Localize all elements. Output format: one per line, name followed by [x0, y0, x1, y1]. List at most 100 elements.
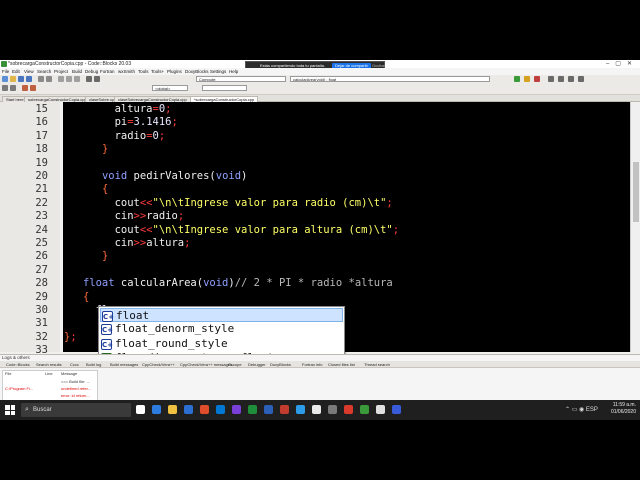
log-tab[interactable]: CppCheck/Vera++: [140, 362, 177, 368]
menu-tools-plus[interactable]: Tools+: [151, 68, 164, 75]
autocomplete-item[interactable]: C+ float_denorm_style: [100, 322, 343, 336]
find-icon[interactable]: [86, 76, 92, 82]
office-icon[interactable]: [200, 405, 209, 414]
undo-icon[interactable]: [38, 76, 44, 82]
bookmark-icon[interactable]: [22, 85, 28, 91]
windows-start-icon[interactable]: [5, 405, 15, 415]
code-line[interactable]: cout<<"\n\tIngrese valor para radio (cm)…: [64, 197, 393, 210]
autocomplete-item[interactable]: C+ float: [100, 308, 343, 323]
code-line[interactable]: void pedirValores(void): [64, 170, 247, 183]
store-icon[interactable]: [184, 405, 193, 414]
replace-icon[interactable]: [94, 76, 100, 82]
scrollbar-thumb[interactable]: [633, 162, 639, 222]
paste-icon[interactable]: [74, 76, 80, 82]
menu-project[interactable]: Project: [54, 68, 68, 75]
settings-icon[interactable]: [328, 405, 337, 414]
next-bookmark-icon[interactable]: [30, 85, 36, 91]
menu-build[interactable]: Build: [72, 68, 82, 75]
nav-back-icon[interactable]: [2, 85, 8, 91]
column-message[interactable]: Message: [61, 371, 77, 377]
task-view-icon[interactable]: [136, 405, 145, 414]
log-tab[interactable]: Build log: [84, 362, 103, 368]
scope-combo[interactable]: <global>: [152, 85, 188, 91]
target-combo[interactable]: Compute:: [196, 76, 286, 82]
copy-icon[interactable]: [66, 76, 72, 82]
menu-file[interactable]: File: [2, 68, 9, 75]
save-icon[interactable]: [18, 76, 24, 82]
code-line[interactable]: {: [64, 183, 108, 196]
menu-settings[interactable]: Settings: [210, 68, 226, 75]
code-line[interactable]: altura=0;: [64, 103, 172, 116]
column-line[interactable]: Line: [45, 371, 53, 377]
menu-doxyblocks[interactable]: DoxyBlocks: [185, 68, 209, 75]
word-icon[interactable]: [264, 405, 273, 414]
symbol-combo[interactable]: calcularArea(void) : float: [290, 76, 490, 82]
powerpoint-icon[interactable]: [280, 405, 289, 414]
code-line[interactable]: radio=0;: [64, 130, 166, 143]
code-line[interactable]: cin>>altura;: [64, 237, 191, 250]
editor-vertical-scrollbar[interactable]: [630, 102, 640, 352]
save-all-icon[interactable]: [26, 76, 32, 82]
code-line[interactable]: pi=3.1416;: [64, 116, 178, 129]
code-completion-combo[interactable]: [202, 85, 247, 91]
menu-wxsmith[interactable]: wxSmith: [118, 68, 135, 75]
log-tab[interactable]: DoxyBlocks: [268, 362, 293, 368]
step-icon[interactable]: [558, 76, 564, 82]
abort-icon[interactable]: [534, 76, 540, 82]
menu-fortran[interactable]: Fortran: [100, 68, 115, 75]
step-out-icon[interactable]: [578, 76, 584, 82]
redo-icon[interactable]: [46, 76, 52, 82]
fold-margin[interactable]: [60, 102, 63, 352]
menu-debug[interactable]: Debug: [85, 68, 98, 75]
autocomplete-item[interactable]: C+ float_round_style: [100, 337, 343, 351]
menu-plugins[interactable]: Plugins: [167, 68, 182, 75]
log-tab[interactable]: Cscope: [226, 362, 244, 368]
code-line[interactable]: float calcularArea(void)// 2 * PI * radi…: [64, 277, 393, 290]
open-icon[interactable]: [10, 76, 16, 82]
menu-search[interactable]: Search: [37, 68, 51, 75]
menu-tools[interactable]: Tools: [138, 68, 149, 75]
menu-edit[interactable]: Edit: [12, 68, 20, 75]
log-tab[interactable]: Thread search: [362, 362, 392, 368]
log-tab[interactable]: Build messages: [108, 362, 140, 368]
code-token: "\n\tIngrese valor para altura (cm)\t": [152, 223, 393, 236]
system-tray-icons[interactable]: ⌃ ▭ ◉ ESP: [565, 406, 598, 413]
menu-view[interactable]: View: [24, 68, 34, 75]
chrome-icon[interactable]: [312, 405, 321, 414]
menu-help[interactable]: Help: [229, 68, 238, 75]
telegram-icon[interactable]: [296, 405, 305, 414]
column-file[interactable]: File: [5, 371, 11, 377]
file-explorer-icon[interactable]: [168, 405, 177, 414]
new-file-icon[interactable]: [2, 76, 8, 82]
notepad-icon[interactable]: [376, 405, 385, 414]
code-line[interactable]: }: [64, 250, 108, 263]
debug-icon[interactable]: [548, 76, 554, 82]
code-line[interactable]: };: [64, 331, 77, 344]
code-line[interactable]: cin>>radio;: [64, 210, 185, 223]
log-tab[interactable]: Search results: [34, 362, 64, 368]
run-icon[interactable]: [514, 76, 520, 82]
code-line[interactable]: {: [64, 291, 89, 304]
log-tab[interactable]: Debugger: [246, 362, 268, 368]
code-token: <<: [139, 196, 153, 209]
visual-studio-icon[interactable]: [232, 405, 241, 414]
nav-forward-icon[interactable]: [10, 85, 16, 91]
pdf-icon[interactable]: [344, 405, 353, 414]
mail-icon[interactable]: [216, 405, 225, 414]
log-tab[interactable]: Code::Blocks: [4, 362, 32, 368]
edge-icon[interactable]: [152, 405, 161, 414]
zoom-icon[interactable]: [392, 405, 401, 414]
clock[interactable]: 11:59 a.m. 01/06/2020: [611, 402, 636, 416]
build-icon[interactable]: [524, 76, 530, 82]
codeblocks-taskbar-icon[interactable]: [360, 405, 369, 414]
window-controls[interactable]: –▢✕: [606, 60, 638, 68]
code-line[interactable]: }: [64, 143, 108, 156]
log-tab[interactable]: Closed files list: [326, 362, 357, 368]
code-line[interactable]: cout<<"\n\tIngrese valor para altura (cm…: [64, 223, 400, 237]
excel-icon[interactable]: [248, 405, 257, 414]
step-into-icon[interactable]: [568, 76, 574, 82]
log-tab[interactable]: Fortran info: [300, 362, 324, 368]
log-tab[interactable]: Cccc: [68, 362, 81, 368]
taskbar-search[interactable]: ⌕ Buscar: [21, 403, 131, 417]
cut-icon[interactable]: [58, 76, 64, 82]
